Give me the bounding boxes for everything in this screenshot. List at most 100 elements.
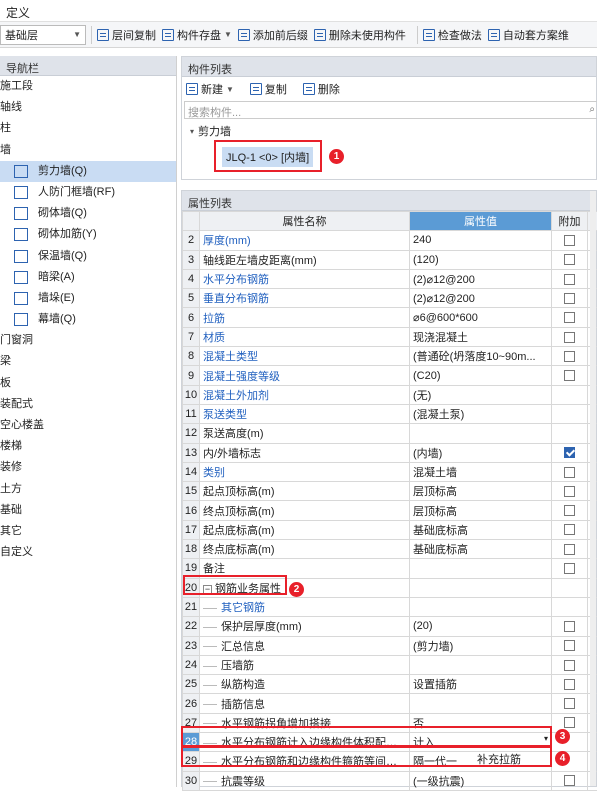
property-value[interactable]: 现浇混凝土 <box>410 327 552 346</box>
property-value[interactable]: 240 <box>410 231 552 250</box>
nav-item[interactable]: 基础 <box>0 500 176 521</box>
extra-checkbox[interactable] <box>564 486 575 497</box>
nav-item[interactable]: 自定义 <box>0 542 176 563</box>
scrollbar[interactable] <box>590 191 596 786</box>
nav-sub-item[interactable]: 人防门框墙(RF) <box>0 182 176 203</box>
property-value[interactable]: (剪力墙) <box>410 636 552 655</box>
nav-item[interactable]: 柱 <box>0 118 176 139</box>
nav-sub-item[interactable]: 砌体加筋(Y) <box>0 224 176 245</box>
extra-checkbox[interactable] <box>564 447 575 458</box>
property-value[interactable]: (无) <box>410 385 552 404</box>
extra-checkbox[interactable] <box>564 660 575 671</box>
property-value[interactable] <box>410 424 552 443</box>
property-value[interactable] <box>410 578 552 597</box>
table-row[interactable]: 18终点底标高(m)基础底标高 <box>183 540 597 559</box>
nav-item[interactable]: 楼梯 <box>0 436 176 457</box>
extra-checkbox[interactable] <box>564 698 575 709</box>
extra-checkbox[interactable] <box>564 524 575 535</box>
nav-sub-item[interactable]: 墙垛(E) <box>0 288 176 309</box>
table-row[interactable]: 7材质现浇混凝土 <box>183 327 597 346</box>
property-value[interactable] <box>410 655 552 674</box>
table-row[interactable]: 9混凝土强度等级(C20) <box>183 366 597 385</box>
extra-checkbox[interactable] <box>564 293 575 304</box>
copy-between-floors-button[interactable]: 层间复制 <box>97 27 156 43</box>
property-value[interactable] <box>410 597 552 616</box>
extra-checkbox[interactable] <box>564 505 575 516</box>
property-value[interactable]: (120) <box>410 250 552 269</box>
extra-checkbox[interactable] <box>564 679 575 690</box>
check-method-button[interactable]: 检查做法 <box>423 27 482 43</box>
extra-checkbox[interactable] <box>564 312 575 323</box>
nav-item[interactable]: 施工段 <box>0 76 176 97</box>
property-value[interactable]: (一级抗震) <box>410 771 552 790</box>
table-row[interactable]: 8混凝土类型(普通砼(坍落度10~90m... <box>183 347 597 366</box>
add-prefix-button[interactable]: 添加前后缀 <box>238 27 308 43</box>
nav-item[interactable]: 其它 <box>0 521 176 542</box>
property-value[interactable]: (2)⌀12@200 <box>410 269 552 288</box>
table-row[interactable]: 25纵筋构造设置插筋 <box>183 675 597 694</box>
table-row[interactable]: 21其它钢筋 <box>183 597 597 616</box>
nav-sub-item[interactable]: 暗梁(A) <box>0 267 176 288</box>
table-row[interactable]: 30抗震等级(一级抗震) <box>183 771 597 790</box>
property-value[interactable] <box>410 694 552 713</box>
extra-checkbox[interactable] <box>564 717 575 728</box>
table-row[interactable]: 22保护层厚度(mm)(20) <box>183 617 597 636</box>
table-row[interactable]: 6拉筋⌀6@600*600 <box>183 308 597 327</box>
nav-sub-item[interactable]: 砌体墙(Q) <box>0 203 176 224</box>
property-value[interactable]: ⌀6@600*600 <box>410 308 552 327</box>
delete-unused-button[interactable]: 删除未使用构件 <box>314 27 406 43</box>
extra-checkbox[interactable] <box>564 467 575 478</box>
extra-checkbox[interactable] <box>564 254 575 265</box>
extra-checkbox[interactable] <box>564 235 575 246</box>
nav-item[interactable]: 土方 <box>0 479 176 500</box>
property-value[interactable]: 设置插筋 <box>410 675 552 694</box>
table-row[interactable]: 3轴线距左墙皮距离(mm)(120) <box>183 250 597 269</box>
nav-item[interactable]: 门窗洞 <box>0 330 176 351</box>
nav-item[interactable]: 板 <box>0 373 176 394</box>
property-value[interactable]: 层顶标高 <box>410 501 552 520</box>
table-row[interactable]: 11泵送类型(混凝土泵) <box>183 404 597 423</box>
table-row[interactable]: 10混凝土外加剂(无) <box>183 385 597 404</box>
nav-item[interactable]: 墙 <box>0 140 176 161</box>
property-value[interactable]: (混凝土泵) <box>410 404 552 423</box>
table-row[interactable]: 17起点底标高(m)基础底标高 <box>183 520 597 539</box>
property-value[interactable]: 基础底标高 <box>410 540 552 559</box>
nav-item[interactable]: 梁 <box>0 351 176 372</box>
table-row[interactable]: 14类别混凝土墙 <box>183 462 597 481</box>
extra-checkbox[interactable] <box>564 370 575 381</box>
menu-define[interactable]: 定义 <box>6 4 30 21</box>
property-value[interactable]: 层顶标高 <box>410 482 552 501</box>
delete-button[interactable]: 删除 <box>303 81 340 97</box>
layer-select[interactable]: 基础层▼ <box>0 25 86 45</box>
extra-checkbox[interactable] <box>564 775 575 786</box>
property-value[interactable]: 混凝土墙 <box>410 462 552 481</box>
extra-checkbox[interactable] <box>564 274 575 285</box>
extra-checkbox[interactable] <box>564 640 575 651</box>
property-value[interactable]: (2)⌀12@200 <box>410 289 552 308</box>
nav-sub-shear-wall[interactable]: 剪力墙(Q) <box>0 161 176 182</box>
nav-sub-item[interactable]: 保温墙(Q) <box>0 246 176 267</box>
table-row[interactable]: 2厚度(mm)240 <box>183 231 597 250</box>
property-value[interactable]: (20) <box>410 617 552 636</box>
tree-root[interactable]: ▾剪力墙 <box>190 123 588 139</box>
nav-item[interactable]: 装配式 <box>0 394 176 415</box>
property-value[interactable]: (内墙) <box>410 443 552 462</box>
property-value[interactable] <box>410 559 552 578</box>
nav-item[interactable]: 轴线 <box>0 97 176 118</box>
extra-checkbox[interactable] <box>564 544 575 555</box>
table-row[interactable]: 24压墙筋 <box>183 655 597 674</box>
nav-item[interactable]: 空心楼盖 <box>0 415 176 436</box>
table-row[interactable]: 23汇总信息(剪力墙) <box>183 636 597 655</box>
extra-checkbox[interactable] <box>564 621 575 632</box>
property-value[interactable]: 基础底标高 <box>410 520 552 539</box>
table-row[interactable]: 26插筋信息 <box>183 694 597 713</box>
property-value[interactable]: (普通砼(坍落度10~90m... <box>410 347 552 366</box>
table-row[interactable]: 12泵送高度(m) <box>183 424 597 443</box>
new-button[interactable]: 新建▼ <box>186 81 234 97</box>
extra-checkbox[interactable] <box>564 563 575 574</box>
search-input[interactable]: 搜索构件...⌕ <box>184 101 597 119</box>
table-row[interactable]: 13内/外墙标志(内墙) <box>183 443 597 462</box>
extra-checkbox[interactable] <box>564 351 575 362</box>
nav-item[interactable]: 装修 <box>0 457 176 478</box>
nav-sub-item[interactable]: 幕墙(Q) <box>0 309 176 330</box>
